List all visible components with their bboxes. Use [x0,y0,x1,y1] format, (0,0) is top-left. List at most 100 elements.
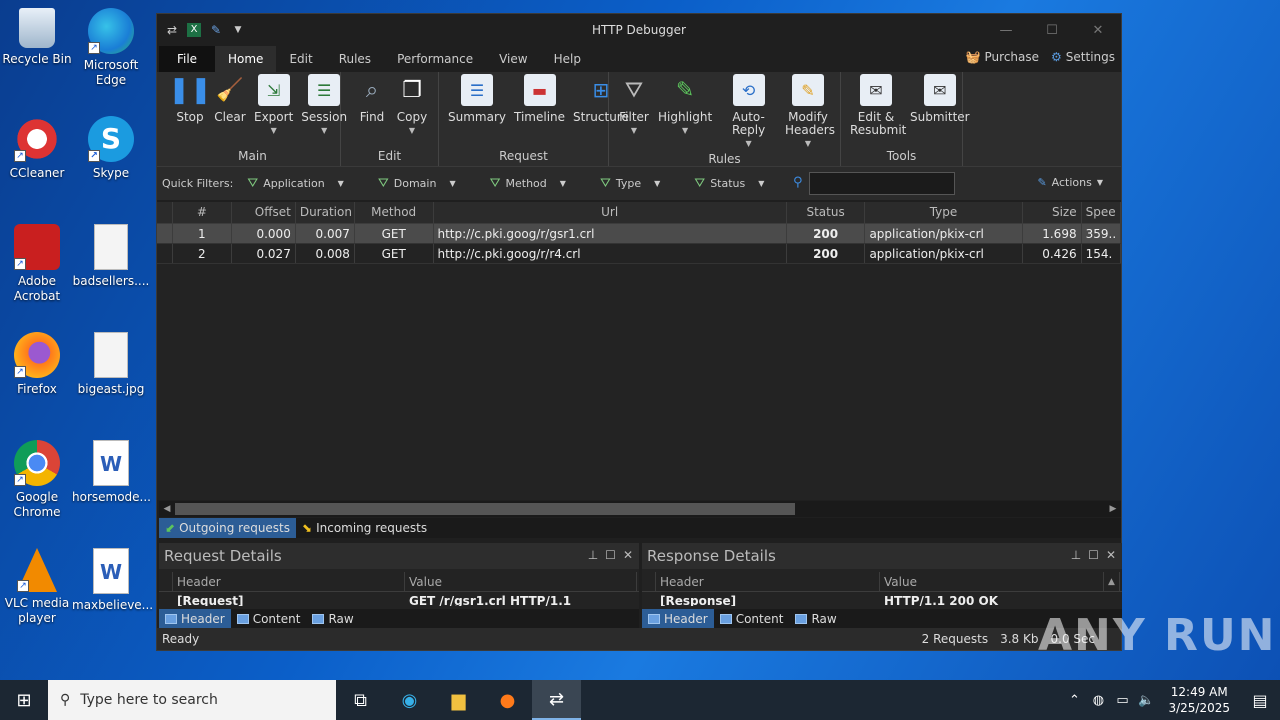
response-details-row[interactable]: [Response] HTTP/1.1 200 OK [642,592,1122,606]
desktop-icon-acrobat[interactable]: ↗ Adobe Acrobat [0,224,76,304]
tab-rules[interactable]: Rules [326,46,384,72]
actions-button[interactable]: ✎ Actions ▼ [1037,176,1103,189]
taskbar-firefox[interactable]: ● [483,680,532,720]
tab-response-content[interactable]: Content [714,609,790,629]
auto-reply-button[interactable]: ⟲ Auto-Reply ▼ [717,72,780,152]
tab-home[interactable]: Home [215,46,277,72]
desktop-icon-firefox[interactable]: ↗ Firefox [0,332,76,397]
tab-performance[interactable]: Performance [384,46,486,72]
clock[interactable]: 12:49 AM 3/25/2025 [1158,684,1240,716]
stop-button[interactable]: ❚❚ Stop [168,72,212,139]
close-panel-icon[interactable]: ✕ [1106,548,1116,562]
brush-icon[interactable]: ✎ [209,23,223,37]
desktop-icon-edge[interactable]: ↗ Microsoft Edge [72,8,150,88]
export-button[interactable]: ⇲ Export ▼ [251,72,296,139]
excel-icon[interactable]: X [187,23,201,37]
close-panel-icon[interactable]: ✕ [623,548,633,562]
filter-application[interactable]: ⛛ Application ▼ [247,176,344,191]
column-header-status[interactable]: Status [787,202,866,223]
tab-outgoing-requests[interactable]: ⬋ Outgoing requests [159,518,297,538]
desktop-icon-bigeast[interactable]: bigeast.jpg [72,332,150,397]
column-header-method[interactable]: Method [355,202,434,223]
column-header-type[interactable]: Type [865,202,1023,223]
task-view-button[interactable]: ⧉ [336,680,385,720]
desktop-icon-chrome[interactable]: ↗ Google Chrome [0,440,76,520]
column-header-offset[interactable]: Offset [232,202,296,223]
tab-response-header[interactable]: Header [642,609,714,629]
column-header-number[interactable]: # [173,202,232,223]
tab-request-header[interactable]: Header [159,609,231,629]
table-row[interactable]: 1 0.000 0.007 GET http://c.pki.goog/r/gs… [157,224,1121,244]
timeline-button[interactable]: ▬ Timeline [511,72,568,126]
filter-status[interactable]: ⛛ Status ▼ [694,176,764,191]
column-header-duration[interactable]: Duration [296,202,355,223]
minimize-button[interactable]: — [983,14,1029,46]
incoming-requests-label: Incoming requests [316,521,428,535]
desktop-icon-horsemode[interactable]: W horsemode... [72,440,151,505]
clear-button[interactable]: 🧹 Clear [211,72,249,139]
pin-icon[interactable]: ⊥ [1071,548,1081,562]
scroll-right-icon[interactable]: ▶ [1105,501,1121,517]
tab-help[interactable]: Help [541,46,594,72]
scrollbar-thumb[interactable] [175,503,795,515]
notifications-icon[interactable]: ▤ [1240,691,1280,710]
qat-dropdown-icon[interactable]: ▼ [231,23,245,37]
column-header-url[interactable]: Url [434,202,787,223]
tab-request-raw[interactable]: Raw [306,609,359,629]
purchase-button[interactable]: 🧺 Purchase [966,50,1039,64]
tab-incoming-requests[interactable]: ⬊ Incoming requests [296,518,433,538]
filter-method[interactable]: ⛛ Method ▼ [490,176,566,191]
pin-icon[interactable]: ⊥ [588,548,598,562]
clock-date: 3/25/2025 [1168,701,1230,715]
desktop-icon-skype[interactable]: S ↗ Skype [72,116,150,181]
copy-button[interactable]: ❐ Copy ▼ [393,72,431,139]
security-icon[interactable]: ◍ [1086,693,1110,708]
tab-file[interactable]: File [159,46,215,72]
close-button[interactable]: ✕ [1075,14,1121,46]
column-header-header[interactable]: Header [656,572,880,591]
table-row[interactable]: 2 0.027 0.008 GET http://c.pki.goog/r/r4… [157,244,1121,264]
maximize-panel-icon[interactable]: ☐ [605,548,616,562]
column-header-value[interactable]: Value [880,572,1104,591]
taskbar-http-debugger[interactable]: ⇄ [532,680,581,720]
modify-headers-button[interactable]: ✎ Modify Headers ▼ [782,72,835,152]
taskbar-file-explorer[interactable]: ▆ [434,680,483,720]
desktop-icon-badsellers[interactable]: badsellers.... [72,224,150,289]
filter-type[interactable]: ⛛ Type ▼ [600,176,660,191]
filter-button[interactable]: ⛛ Filter ▼ [615,72,653,152]
settings-button[interactable]: ⚙ Settings [1051,50,1115,64]
highlight-button[interactable]: ✎ Highlight ▼ [655,72,715,152]
submitter-button[interactable]: ✉ Submitter [907,72,973,139]
column-header-speed[interactable]: Spee [1082,202,1121,223]
start-button[interactable]: ⊞ [0,680,48,720]
maximize-button[interactable]: ☐ [1029,14,1075,46]
search-input[interactable] [809,172,955,195]
content-icon [719,614,732,624]
scroll-up-icon[interactable]: ▲ [1104,572,1120,591]
outgoing-arrow-icon: ⬋ [165,521,176,535]
taskbar-search[interactable]: ⚲ Type here to search [48,680,336,720]
summary-button[interactable]: ☰ Summary [445,72,509,126]
tab-view[interactable]: View [486,46,540,72]
edit-resubmit-button[interactable]: ✉ Edit & Resubmit [847,72,906,139]
desktop-icon-recycle-bin[interactable]: Recycle Bin [0,8,76,67]
tab-request-content[interactable]: Content [231,609,307,629]
network-icon[interactable]: ▭ [1110,693,1134,708]
chevron-up-icon[interactable]: ⌃ [1062,693,1086,708]
request-details-row[interactable]: [Request] GET /r/gsr1.crl HTTP/1.1 [159,592,639,606]
desktop-icon-ccleaner[interactable]: ↗ CCleaner [0,116,76,181]
scroll-left-icon[interactable]: ◀ [159,501,175,517]
maximize-panel-icon[interactable]: ☐ [1088,548,1099,562]
volume-icon[interactable]: 🔈 [1134,693,1158,708]
column-header-size[interactable]: Size [1023,202,1082,223]
desktop-icon-maxbelieve[interactable]: W maxbelieve... [72,548,153,613]
find-button[interactable]: ⌕ Find [353,72,391,139]
filter-domain[interactable]: ⛛ Domain ▼ [378,176,456,191]
column-header-value[interactable]: Value [405,572,637,591]
tab-edit[interactable]: Edit [276,46,325,72]
desktop-icon-vlc[interactable]: ↗ VLC media player [0,548,76,626]
horizontal-scrollbar[interactable]: ◀ ▶ [159,501,1121,517]
taskbar-edge[interactable]: ◉ [385,680,434,720]
tab-response-raw[interactable]: Raw [789,609,842,629]
column-header-header[interactable]: Header [173,572,405,591]
